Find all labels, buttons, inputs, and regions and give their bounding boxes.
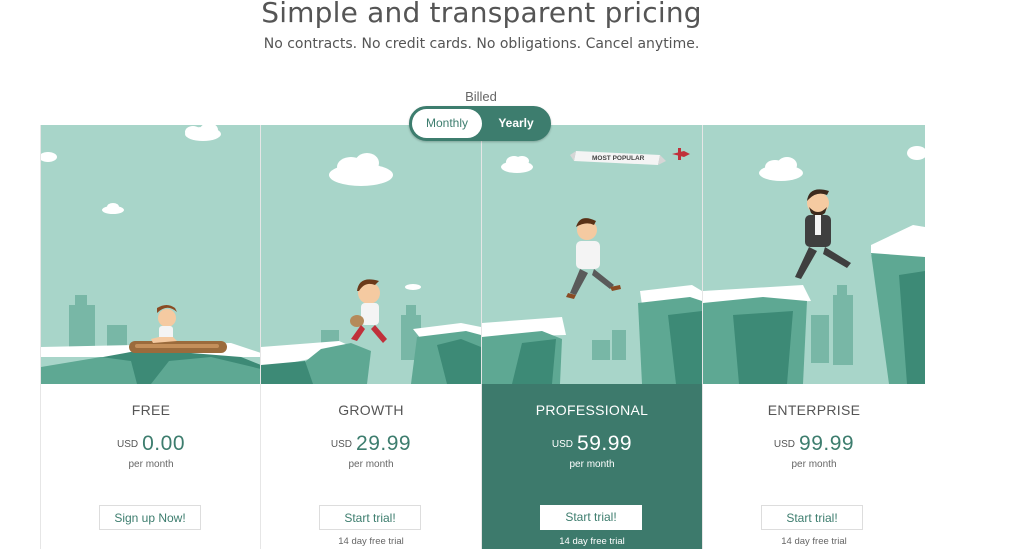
plan-details: FREE USD 0.00 per month Sign up Now! bbox=[41, 384, 261, 549]
start-trial-button[interactable]: Start trial! bbox=[319, 505, 421, 530]
plan-card-enterprise: ENTERPRISE USD 99.99 per month Start tria… bbox=[702, 125, 925, 549]
billing-option-monthly[interactable]: Monthly bbox=[412, 109, 482, 138]
plan-details: PROFESSIONAL USD 59.99 per month Start tr… bbox=[482, 384, 702, 549]
plan-price: USD 99.99 bbox=[703, 432, 925, 456]
price-amount: 59.99 bbox=[577, 432, 633, 455]
plan-name: PROFESSIONAL bbox=[535, 402, 649, 418]
price-amount: 29.99 bbox=[356, 432, 412, 455]
sign-up-button[interactable]: Sign up Now! bbox=[99, 505, 201, 530]
plan-illustration bbox=[41, 125, 261, 384]
plan-illustration: MOST POPULAR bbox=[482, 125, 702, 384]
price-amount: 0.00 bbox=[142, 432, 185, 455]
start-trial-button[interactable]: Start trial! bbox=[540, 505, 642, 530]
price-currency: USD bbox=[117, 438, 139, 450]
plan-card-professional: MOST POPULAR PROFESSIONAL USD 59.99 per … bbox=[481, 125, 702, 549]
page-title: Simple and transparent pricing bbox=[261, 0, 702, 29]
plan-details: ENTERPRISE USD 99.99 per month Start tria… bbox=[703, 384, 925, 549]
trial-note: 14 day free trial bbox=[559, 536, 625, 547]
trial-note: 14 day free trial bbox=[338, 536, 404, 547]
price-period: per month bbox=[128, 459, 174, 470]
page-subtitle: No contracts. No credit cards. No obliga… bbox=[263, 36, 700, 52]
billing-option-yearly[interactable]: Yearly bbox=[482, 107, 550, 140]
plan-name: FREE bbox=[131, 402, 171, 418]
price-amount: 99.99 bbox=[799, 432, 855, 455]
price-currency: USD bbox=[330, 438, 353, 450]
billing-label: Billed bbox=[465, 89, 497, 104]
price-currency: USD bbox=[773, 438, 796, 450]
plan-card-free: FREE USD 0.00 per month Sign up Now! bbox=[40, 125, 261, 549]
pricing-plans: FREE USD 0.00 per month Sign up Now! GRO… bbox=[40, 125, 925, 549]
plan-card-growth: GROWTH USD 29.99 per month Start trial! 1… bbox=[260, 125, 481, 549]
plan-illustration bbox=[703, 125, 925, 384]
price-currency: USD bbox=[551, 438, 574, 450]
price-period: per month bbox=[791, 459, 837, 470]
billing-toggle[interactable]: Monthly Yearly bbox=[409, 106, 551, 141]
plan-name: GROWTH bbox=[338, 402, 404, 418]
price-period: per month bbox=[569, 459, 615, 470]
plan-illustration bbox=[261, 125, 481, 384]
start-trial-button[interactable]: Start trial! bbox=[761, 505, 863, 530]
trial-note: 14 day free trial bbox=[781, 536, 847, 547]
plan-price: USD 0.00 bbox=[41, 432, 261, 456]
price-period: per month bbox=[348, 459, 394, 470]
plan-details: GROWTH USD 29.99 per month Start trial! 1… bbox=[261, 384, 481, 549]
plan-price: USD 59.99 bbox=[482, 432, 702, 456]
plan-name: ENTERPRISE bbox=[767, 402, 861, 418]
most-popular-banner: MOST POPULAR bbox=[592, 155, 645, 162]
plan-price: USD 29.99 bbox=[261, 432, 481, 456]
